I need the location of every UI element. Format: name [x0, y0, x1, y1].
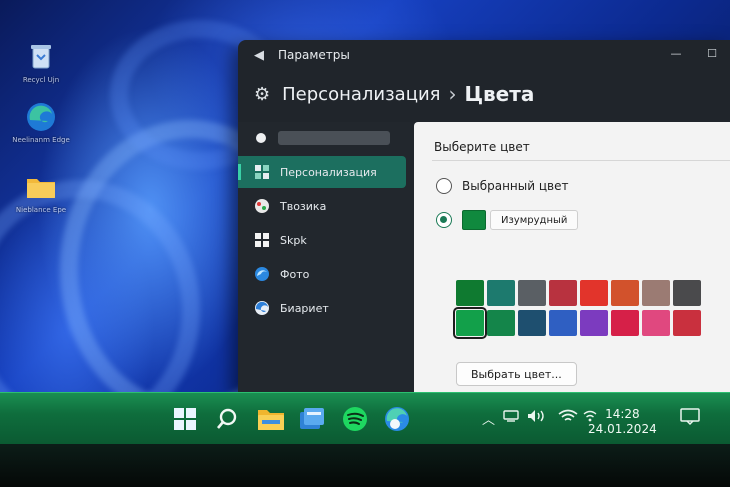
sidebar-item-paint[interactable]: Твозика	[238, 190, 406, 222]
personalization-icon	[254, 164, 270, 180]
sidebar-item-browser[interactable]: Биариет	[238, 292, 406, 324]
color-swatch[interactable]	[580, 310, 608, 336]
system-clock[interactable]: 14:28 24.01.2024	[588, 407, 657, 437]
color-swatch[interactable]	[487, 310, 515, 336]
sidebar-item-personalization[interactable]: Персонализация	[238, 156, 406, 188]
recycle-bin-icon	[24, 40, 58, 74]
search-icon[interactable]	[213, 405, 241, 433]
settings-window: ◀ Параметры — ☐ ⚙ Персонализация › Цвета…	[238, 40, 730, 392]
minimize-button[interactable]: —	[658, 40, 694, 66]
desktop-icon-recycle-bin[interactable]: Recycl Ujn	[6, 40, 76, 84]
edge-icon[interactable]	[383, 405, 411, 433]
stacked-windows-icon[interactable]	[298, 405, 326, 433]
desktop-icon-label: Nieblance Epe	[15, 206, 67, 214]
desktop-icon-label: Recycl Ujn	[22, 76, 60, 84]
sidebar-item-label: Твозика	[280, 199, 327, 213]
page-title: Цвета	[464, 82, 535, 106]
edge-icon	[24, 100, 58, 134]
file-explorer-icon[interactable]	[257, 405, 285, 433]
breadcrumb-separator: ›	[448, 82, 457, 106]
radio-label: Выбранный цвет	[462, 179, 569, 193]
sidebar-item-skpk[interactable]: Skpk	[238, 224, 406, 256]
current-color-swatch	[462, 210, 486, 230]
window-titlebar: ◀ Параметры	[238, 40, 730, 70]
color-palette	[453, 280, 701, 339]
sidebar-item-label: Персонализация	[280, 165, 377, 179]
user-profile-row[interactable]	[238, 122, 410, 154]
color-swatch[interactable]	[518, 310, 546, 336]
search-input[interactable]	[278, 131, 390, 145]
color-swatch[interactable]	[642, 280, 670, 306]
notifications-icon[interactable]	[680, 408, 700, 430]
pick-color-button[interactable]: Выбрать цвет...	[456, 362, 577, 386]
window-title: Параметры	[278, 48, 350, 62]
back-arrow-icon[interactable]: ◀	[254, 48, 264, 63]
section-title: Выберите цвет	[434, 140, 530, 154]
desktop-icon-label: Neelinanm Edge	[12, 136, 70, 144]
color-swatch[interactable]	[673, 280, 701, 306]
paint-icon	[254, 198, 270, 214]
wifi-icon[interactable]	[558, 409, 578, 427]
sidebar-item-label: Фото	[280, 267, 310, 281]
radio-option-selected-color[interactable]: Выбранный цвет	[436, 178, 568, 194]
color-swatch[interactable]	[673, 310, 701, 336]
taskbar: ︿ 14:28 24.01.2024	[0, 392, 730, 444]
desktop-icon-edge[interactable]: Neelinanm Edge	[6, 100, 76, 144]
page-header: ⚙ Персонализация › Цвета	[238, 70, 730, 118]
color-swatch[interactable]	[580, 280, 608, 306]
color-swatch[interactable]	[456, 280, 484, 306]
spotify-icon[interactable]	[341, 405, 369, 433]
maximize-button[interactable]: ☐	[694, 40, 730, 66]
avatar	[256, 133, 266, 143]
sidebar: Персонализация Твозика Skpk Фото Биариет	[238, 122, 410, 392]
color-swatch[interactable]	[549, 310, 577, 336]
windows-start-icon[interactable]	[171, 405, 199, 433]
radio-button-checked[interactable]	[436, 212, 452, 228]
folder-icon	[24, 170, 58, 204]
color-swatch[interactable]	[611, 310, 639, 336]
network-device-icon[interactable]	[503, 409, 519, 427]
desk-reflection	[0, 444, 730, 487]
window-controls: — ☐	[658, 40, 730, 66]
browser-icon	[254, 300, 270, 316]
radio-option-current-color[interactable]: Изумрудный	[436, 210, 579, 230]
color-swatch[interactable]	[549, 280, 577, 306]
color-swatch[interactable]	[487, 280, 515, 306]
sidebar-item-label: Skpk	[280, 233, 307, 247]
color-swatch[interactable]	[642, 310, 670, 336]
breadcrumb-parent[interactable]: Персонализация	[282, 84, 440, 105]
divider	[432, 160, 730, 161]
chevron-up-icon[interactable]: ︿	[482, 409, 495, 428]
current-color-name: Изумрудный	[490, 210, 579, 230]
radio-button[interactable]	[436, 178, 452, 194]
desktop-icon-folder[interactable]: Nieblance Epe	[6, 170, 76, 214]
color-swatch[interactable]	[518, 280, 546, 306]
color-swatch[interactable]	[453, 307, 487, 339]
volume-icon[interactable]	[527, 409, 547, 427]
clock-date: 24.01.2024	[588, 422, 657, 436]
sidebar-item-label: Биариет	[280, 301, 329, 315]
clock-time: 14:28	[605, 407, 640, 421]
photo-icon	[254, 266, 270, 282]
colors-panel: Выберите цвет Выбранный цвет Изумрудный …	[414, 122, 730, 392]
color-swatch[interactable]	[611, 280, 639, 306]
gear-icon: ⚙	[254, 83, 271, 105]
sidebar-item-photo[interactable]: Фото	[238, 258, 406, 290]
windows-grid-icon	[254, 232, 270, 248]
